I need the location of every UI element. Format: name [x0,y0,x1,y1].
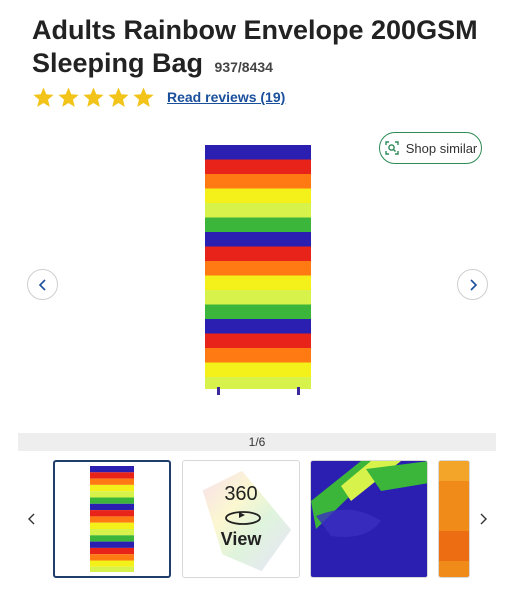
thumbnail-360-view-label: View [220,529,262,549]
shop-similar-button[interactable]: Shop similar [379,132,482,164]
product-title: Adults Rainbow Envelope 200GSM Sleeping … [32,14,492,84]
next-image-button[interactable] [457,269,488,300]
thumbnail-1[interactable] [53,460,171,578]
star-icon [133,86,154,107]
star-icon [108,86,129,107]
thumbnail-360[interactable]: 360 View [182,460,300,578]
main-product-image [205,145,311,395]
thumbnail-3[interactable] [310,460,428,578]
thumbnail-3-image [311,461,427,577]
rating-row: Read reviews (19) [32,86,285,108]
rotate-360-icon [225,511,261,525]
star-icon [58,86,79,107]
star-icon [83,86,104,107]
star-rating [32,86,155,109]
thumbnails-prev-button[interactable] [24,510,40,528]
read-reviews-link[interactable]: Read reviews (19) [167,89,285,105]
previous-image-button[interactable] [27,269,58,300]
star-icon [33,86,54,107]
thumbnail-4-image [439,461,469,577]
thumbnail-4[interactable] [438,460,470,578]
chevron-left-icon [28,513,35,525]
chevron-right-icon [480,513,487,525]
shop-similar-label: Shop similar [405,140,478,156]
image-search-icon [385,141,399,155]
product-sku: 937/8434 [214,59,273,75]
chevron-left-icon [38,278,46,291]
thumbnail-360-number: 360 [224,483,258,505]
chevron-right-icon [469,278,477,291]
thumbnails-next-button[interactable] [475,510,491,528]
thumbnail-1-image [90,466,134,572]
image-pager: 1/6 [18,433,496,451]
